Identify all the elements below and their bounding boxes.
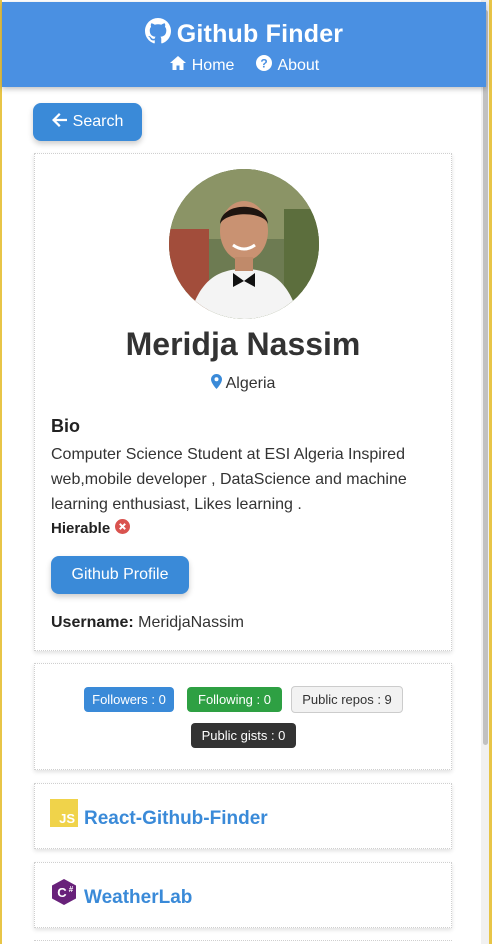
nav-about-link[interactable]: ? About	[256, 55, 319, 76]
navbar: Github Finder Home ? About	[2, 2, 486, 87]
hireable-label: Hierable	[51, 520, 111, 537]
back-to-search-button[interactable]: Search	[33, 103, 142, 141]
map-marker-icon	[210, 374, 222, 394]
profile-location: Algeria	[35, 374, 451, 394]
svg-text:#: #	[69, 885, 74, 894]
nav-links: Home ? About	[2, 55, 486, 76]
nav-about-label: About	[277, 56, 320, 74]
scrollbar-thumb[interactable]	[483, 10, 488, 745]
public-gists-badge: Public gists : 0	[191, 723, 296, 748]
profile-name: Meridja Nassim	[125, 326, 361, 362]
avatar	[169, 169, 319, 319]
following-badge: Following : 0	[187, 687, 282, 712]
followers-badge: Followers : 0	[84, 687, 174, 712]
username-row: Username: MeridjaNassim	[51, 614, 244, 632]
js-icon: JS	[50, 799, 78, 827]
csharp-icon: C #	[50, 878, 78, 906]
repo-link[interactable]: WeatherLab	[84, 887, 192, 909]
github-profile-button[interactable]: Github Profile	[51, 556, 189, 594]
bio-heading: Bio	[51, 416, 80, 436]
bio-text: Computer Science Student at ESI Algeria …	[51, 446, 407, 513]
window-frame-left	[0, 0, 2, 944]
profile-card: Meridja Nassim Algeria Bio Computer Scie…	[34, 153, 452, 651]
brand[interactable]: Github Finder	[2, 18, 486, 51]
repo-item: JS React-Github-Finder	[34, 783, 452, 849]
repo-item: C # WeatherLab	[34, 862, 452, 928]
github-icon	[144, 18, 171, 51]
hireable-status: Hierable	[51, 519, 131, 538]
svg-text:JS: JS	[59, 811, 75, 826]
location-text: Algeria	[225, 375, 276, 392]
next-repo-card-edge	[34, 940, 452, 944]
question-circle-icon: ?	[256, 55, 273, 76]
nav-home-link[interactable]: Home	[169, 55, 235, 76]
username-value: MeridjaNassim	[138, 614, 244, 631]
svg-text:C: C	[57, 885, 67, 900]
svg-text:?: ?	[261, 57, 268, 71]
arrow-left-icon	[51, 112, 67, 132]
stats-card: Followers : 0 Following : 0 Public repos…	[34, 663, 452, 770]
scrollbar[interactable]	[481, 0, 489, 944]
brand-title: Github Finder	[176, 20, 344, 48]
username-label: Username:	[51, 614, 134, 631]
public-repos-badge: Public repos : 9	[291, 686, 403, 713]
back-button-label: Search	[72, 113, 124, 130]
nav-home-label: Home	[191, 56, 235, 74]
repo-link[interactable]: React-Github-Finder	[84, 808, 268, 830]
times-circle-icon	[115, 519, 131, 538]
home-icon	[169, 55, 187, 76]
